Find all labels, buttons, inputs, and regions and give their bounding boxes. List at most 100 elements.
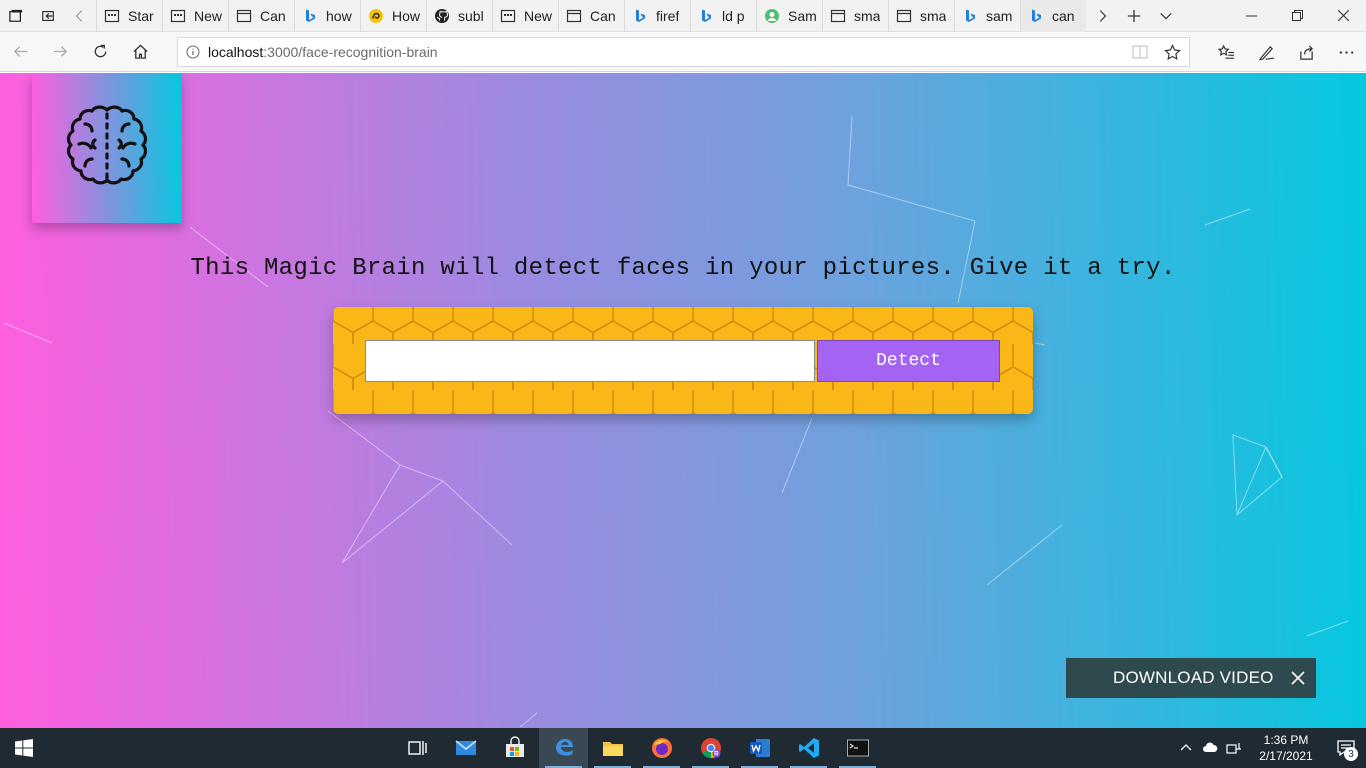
url-text[interactable]: localhost:3000/face-recognition-brain: [208, 44, 1123, 60]
browser-tab-label: ld p: [722, 7, 745, 24]
browser-tab[interactable]: Sam: [756, 0, 822, 32]
browser-tab[interactable]: Star: [96, 0, 162, 32]
browser-tab-label: Sam: [788, 7, 817, 24]
browser-tab[interactable]: sma: [888, 0, 954, 32]
clock[interactable]: 1:36 PM 2/17/2021: [1246, 732, 1326, 764]
brain-logo-card: [32, 73, 182, 223]
address-bar[interactable]: localhost:3000/face-recognition-brain: [177, 37, 1190, 67]
system-tray: 1:36 PM 2/17/2021 3: [1174, 728, 1366, 768]
firefox-icon[interactable]: [637, 728, 686, 768]
clock-time: 1:36 PM: [1263, 733, 1309, 747]
tab-actions-icon[interactable]: [0, 0, 32, 32]
page-grid-icon: [500, 8, 516, 24]
browser-tab-label: Star: [128, 7, 154, 24]
favorites-list-icon[interactable]: [1206, 32, 1246, 72]
minimize-icon[interactable]: [1228, 0, 1274, 32]
favorite-star-icon[interactable]: [1156, 38, 1189, 66]
url-host: localhost: [208, 44, 264, 60]
browser-tab-label: New: [194, 7, 223, 24]
browser-tab[interactable]: New: [492, 0, 558, 32]
bing-icon: [632, 8, 648, 24]
tab-list-chevron-icon[interactable]: [1150, 0, 1182, 32]
brain-icon: [66, 105, 148, 185]
browser-tab[interactable]: Can: [558, 0, 624, 32]
browser-tab-label: Can: [590, 7, 616, 24]
bing-icon: [698, 8, 714, 24]
browser-tab[interactable]: How: [360, 0, 426, 32]
windows-taskbar: 1:36 PM 2/17/2021 3: [0, 728, 1366, 768]
detect-button[interactable]: Detect: [817, 340, 1000, 382]
terminal-icon[interactable]: [833, 728, 882, 768]
scroll-tabs-left-icon[interactable]: [64, 0, 96, 32]
scroll-tabs-right-icon[interactable]: [1086, 0, 1118, 32]
image-url-form: Detect: [333, 307, 1033, 414]
word-icon[interactable]: [735, 728, 784, 768]
site-info-icon[interactable]: [178, 45, 208, 59]
browser-tab-label: can: [1052, 7, 1075, 24]
download-video-bar[interactable]: DOWNLOAD VIDEO: [1066, 658, 1316, 698]
page-grid-icon: [104, 8, 120, 24]
browser-tab[interactable]: ld p: [690, 0, 756, 32]
browser-tab-label: how: [326, 7, 352, 24]
back-icon[interactable]: [0, 32, 40, 72]
store-icon[interactable]: [490, 728, 539, 768]
more-menu-icon[interactable]: [1326, 32, 1366, 72]
vscode-icon[interactable]: [784, 728, 833, 768]
edge-icon[interactable]: [539, 728, 588, 768]
browser-tab-label: sam: [986, 7, 1013, 24]
browser-tab-label: New: [524, 7, 553, 24]
tagline-text: This Magic Brain will detect faces in yo…: [190, 255, 1176, 282]
page-icon: [896, 8, 912, 24]
cloud-sync-icon[interactable]: [1198, 728, 1222, 768]
page-grid-icon: [170, 8, 186, 24]
file-explorer-icon[interactable]: [588, 728, 637, 768]
browser-tab[interactable]: firef: [624, 0, 690, 32]
browser-tab[interactable]: how: [294, 0, 360, 32]
browser-tab[interactable]: Can: [228, 0, 294, 32]
site-icon: [368, 8, 384, 24]
notification-count-badge: 3: [1344, 747, 1358, 761]
network-icon[interactable]: [1222, 728, 1246, 768]
forward-icon[interactable]: [40, 32, 80, 72]
navigation-bar: localhost:3000/face-recognition-brain: [0, 32, 1366, 72]
set-tabs-aside-icon[interactable]: [32, 0, 64, 32]
new-tab-icon[interactable]: [1118, 0, 1150, 32]
web-page: This Magic Brain will detect faces in yo…: [0, 73, 1366, 728]
browser-tab-label: sma: [920, 7, 947, 24]
browser-tab[interactable]: can: [1020, 0, 1086, 32]
page-icon: [236, 8, 252, 24]
browser-tab-label: How: [392, 7, 421, 24]
reading-view-icon[interactable]: [1123, 38, 1156, 66]
download-video-label[interactable]: DOWNLOAD VIDEO: [1113, 668, 1274, 688]
home-icon[interactable]: [120, 32, 160, 72]
browser-tab-label: Can: [260, 7, 286, 24]
github-icon: [434, 8, 450, 24]
url-path: :3000/face-recognition-brain: [263, 44, 438, 60]
close-window-icon[interactable]: [1320, 0, 1366, 32]
notification-center-icon[interactable]: 3: [1326, 728, 1366, 768]
browser-tab-label: firef: [656, 7, 680, 24]
chrome-icon[interactable]: [686, 728, 735, 768]
browser-tab[interactable]: subl: [426, 0, 492, 32]
mail-icon[interactable]: [441, 728, 490, 768]
page-icon: [566, 8, 582, 24]
restore-icon[interactable]: [1274, 0, 1320, 32]
bing-icon: [962, 8, 978, 24]
clock-date: 2/17/2021: [1259, 749, 1313, 763]
web-note-pen-icon[interactable]: [1246, 32, 1286, 72]
bing-icon: [1028, 8, 1044, 24]
browser-tab-label: sma: [854, 7, 881, 24]
browser-tab[interactable]: New: [162, 0, 228, 32]
image-url-input[interactable]: [365, 340, 815, 382]
profile-icon: [764, 8, 780, 24]
windows-start-icon[interactable]: [0, 728, 48, 768]
browser-tab-label: subl: [458, 7, 484, 24]
close-icon[interactable]: [1288, 668, 1308, 688]
show-hidden-icons-chevron-icon[interactable]: [1174, 728, 1198, 768]
browser-tab[interactable]: sam: [954, 0, 1020, 32]
tab-strip: Star New Can how How subl New Can firef ld p Sam sm…: [0, 0, 1366, 32]
task-view-icon[interactable]: [392, 728, 441, 768]
browser-tab[interactable]: sma: [822, 0, 888, 32]
share-icon[interactable]: [1286, 32, 1326, 72]
refresh-icon[interactable]: [80, 32, 120, 72]
